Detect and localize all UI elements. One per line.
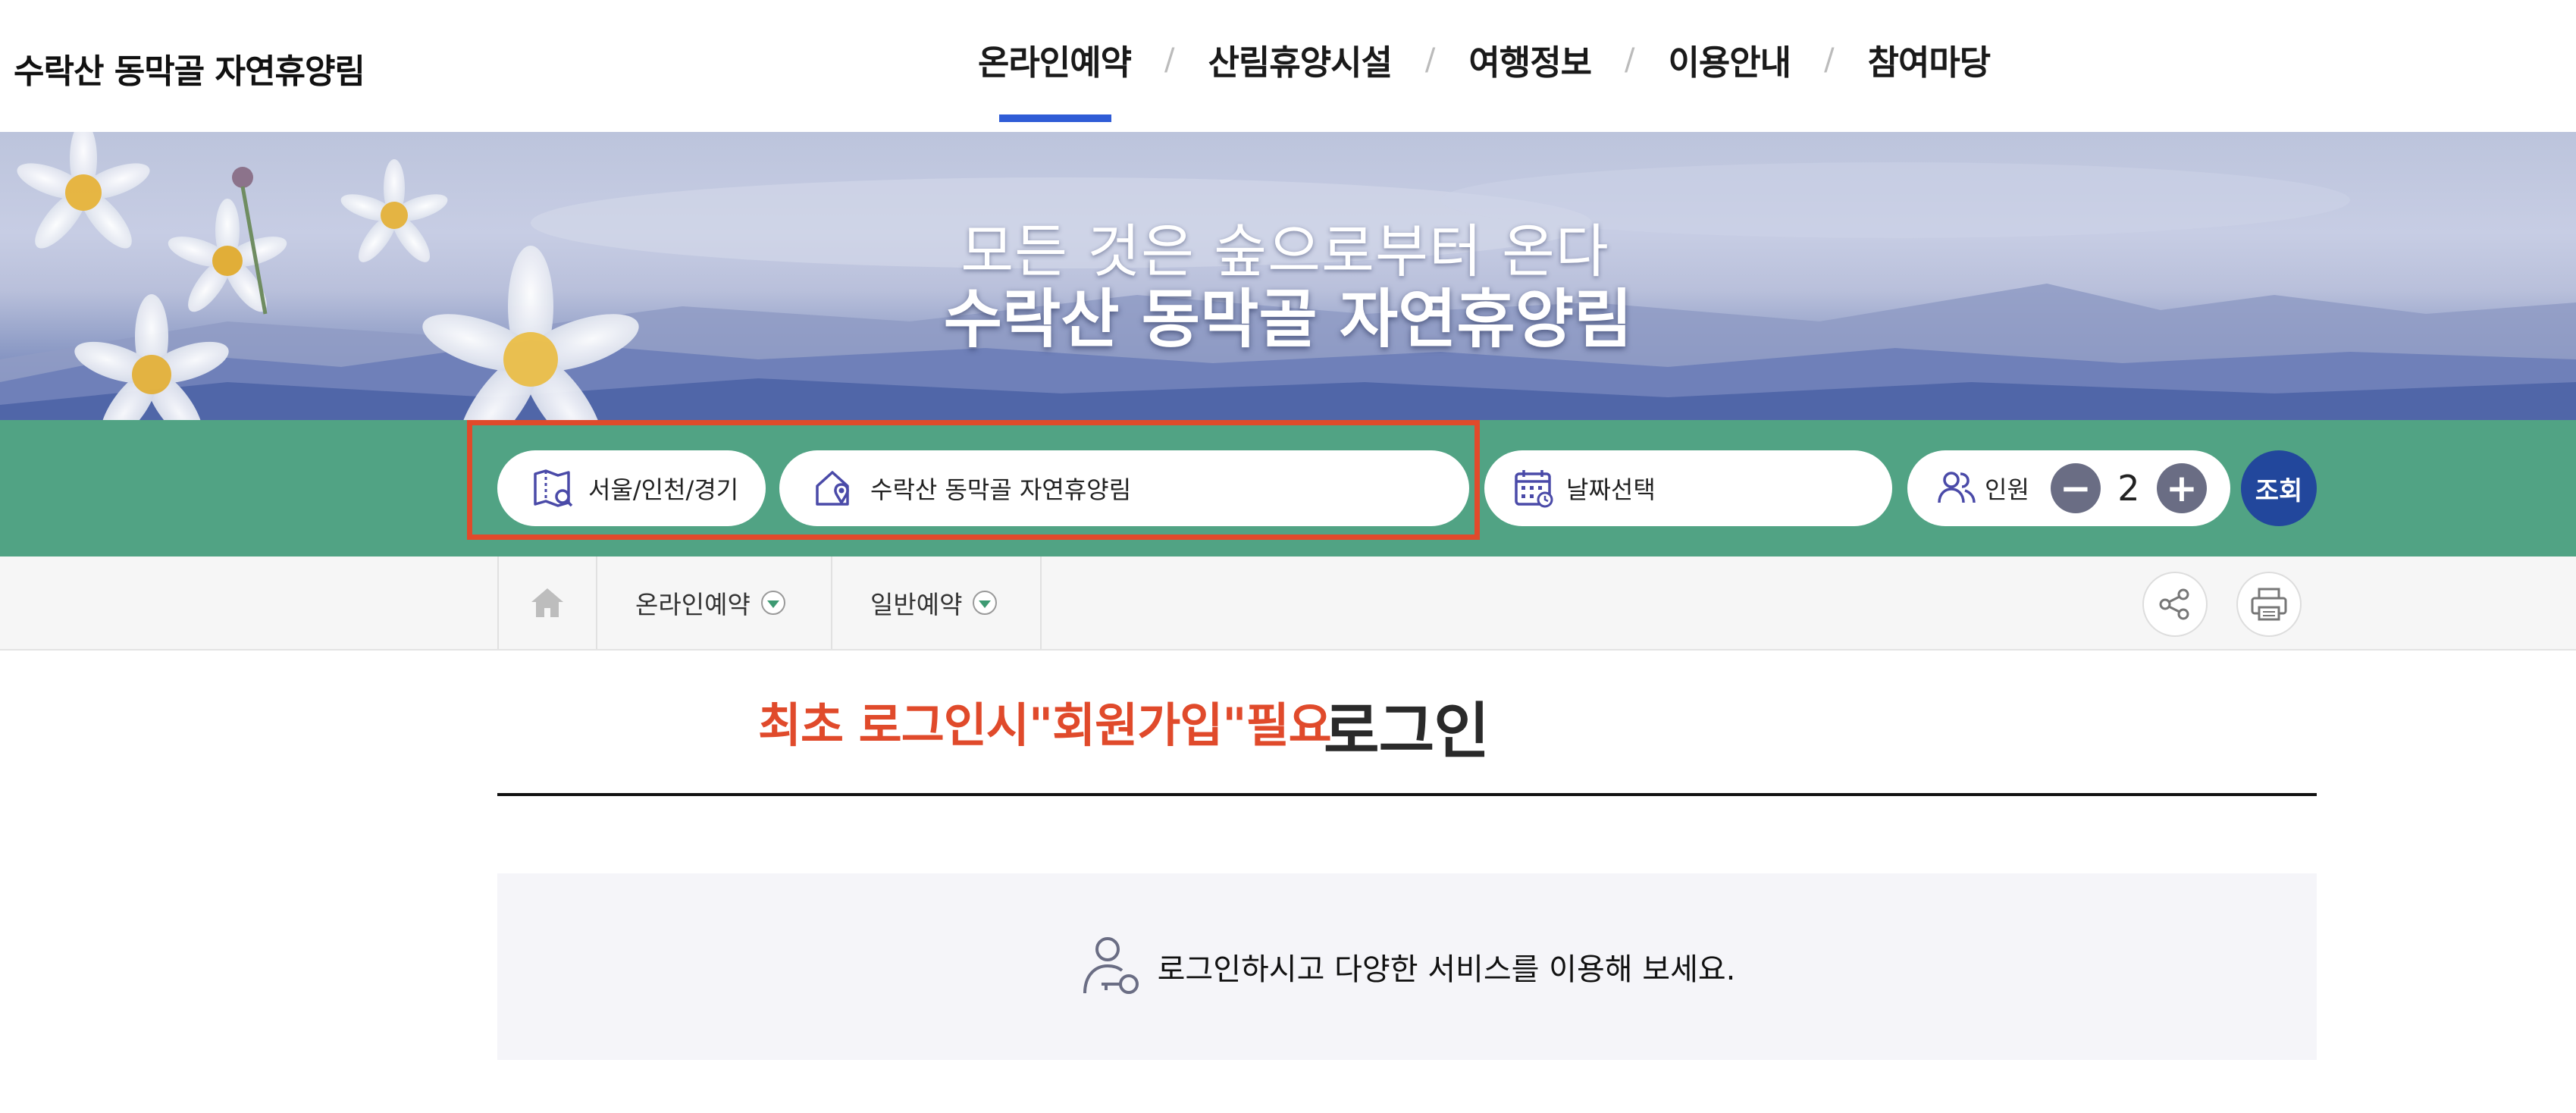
nav-separator: / (1164, 42, 1175, 77)
date-select[interactable]: 날짜선택 (1484, 450, 1892, 526)
nav-separator: / (1625, 42, 1635, 77)
title-divider (497, 793, 2317, 796)
nav-separator: / (1824, 42, 1835, 77)
search-submit-button[interactable]: 조회 (2241, 450, 2317, 526)
breadcrumb-item-general-reservation[interactable]: 일반예약 (831, 556, 1042, 649)
people-count: 2 (2117, 468, 2140, 509)
nav-forest-facilities[interactable]: 산림휴양시설 (1208, 35, 1393, 84)
people-counter: 인원 − 2 + (1907, 450, 2230, 526)
share-icon (2159, 588, 2189, 620)
breadcrumb-home[interactable] (497, 556, 596, 649)
main-nav: 온라인예약 / 산림휴양시설 / 여행정보 / 이용안내 / 참여마당 (978, 35, 1992, 122)
nav-travel-info[interactable]: 여행정보 (1468, 35, 1592, 84)
home-icon (531, 588, 563, 617)
location-house-icon (816, 471, 849, 506)
signup-required-notice: 최초 로그인시"회원가입"필요 (758, 698, 1332, 753)
print-icon (2251, 588, 2287, 621)
login-prompt-box: 로그인하시고 다양한 서비스를 이용해 보세요. (497, 873, 2317, 1060)
banner-title: 수락산 동막골 자연휴양림 (943, 282, 1633, 356)
region-select[interactable]: 서울/인천/경기 (497, 450, 766, 526)
site-header: 수락산 동막골 자연휴양림 온라인예약 / 산림휴양시설 / 여행정보 / 이용… (0, 0, 2576, 132)
hero-banner: 모든 것은 숲으로부터 온다 수락산 동막골 자연휴양림 (0, 132, 2576, 420)
increase-people-button[interactable]: + (2156, 463, 2207, 513)
map-icon (534, 469, 573, 507)
people-icon (1938, 472, 1976, 503)
page-title: 로그인 (1324, 696, 1490, 767)
nav-participation[interactable]: 참여마당 (1868, 35, 1992, 84)
login-message: 로그인하시고 다양한 서비스를 이용해 보세요. (1157, 952, 1736, 987)
nav-online-reservation[interactable]: 온라인예약 (978, 35, 1132, 122)
breadcrumb-item-online-reservation[interactable]: 온라인예약 (596, 556, 831, 649)
site-logo-title[interactable]: 수락산 동막골 자연휴양림 (14, 44, 365, 92)
chevron-down-icon (760, 591, 785, 615)
facility-select[interactable]: 수락산 동막골 자연휴양림 (779, 450, 1469, 526)
region-label: 서울/인천/경기 (588, 475, 739, 504)
people-label: 인원 (1985, 475, 2029, 504)
reservation-search-bar: 서울/인천/경기 수락산 동막골 자연휴양림 날짜선택 인원 − 2 + (0, 420, 2576, 556)
print-button[interactable] (2236, 572, 2302, 637)
nav-usage-guide[interactable]: 이용안내 (1668, 35, 1791, 84)
chevron-down-icon (973, 591, 998, 615)
nav-separator: / (1424, 42, 1436, 77)
calendar-icon (1515, 470, 1553, 508)
user-key-icon (1083, 937, 1139, 994)
decrease-people-button[interactable]: − (2050, 463, 2101, 513)
share-button[interactable] (2142, 572, 2208, 637)
facility-label: 수락산 동막골 자연휴양림 (870, 475, 1132, 504)
breadcrumb-label: 온라인예약 (635, 590, 751, 619)
breadcrumb-label: 일반예약 (870, 590, 963, 619)
date-label: 날짜선택 (1566, 475, 1656, 504)
